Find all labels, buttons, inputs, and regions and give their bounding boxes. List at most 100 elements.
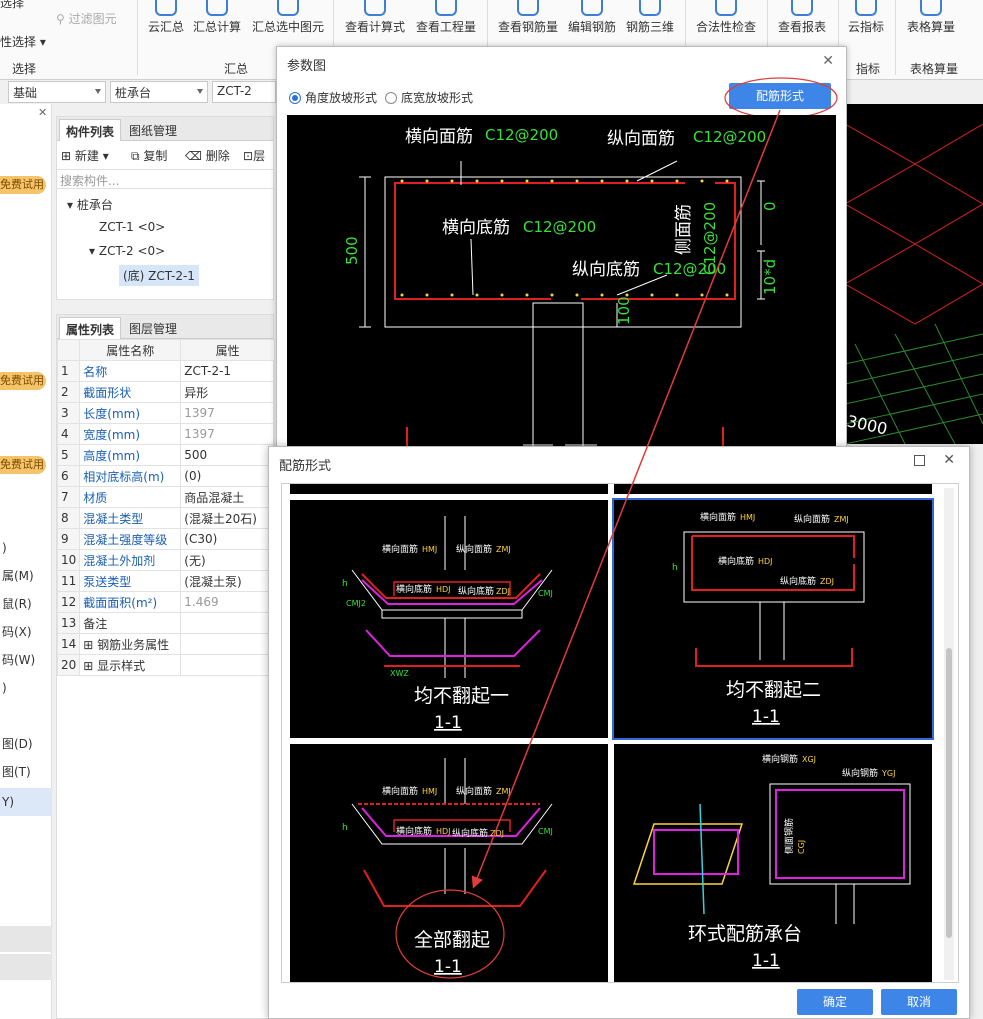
property-value[interactable]: (0) <box>180 465 275 487</box>
property-row[interactable]: 6 相对底标高(m) (0) <box>56 465 275 487</box>
property-value[interactable]: 1397 <box>180 402 275 424</box>
type-combo[interactable]: 桩承台 <box>110 81 208 103</box>
table-calc-button[interactable]: 表格算量 <box>905 0 957 40</box>
scrollbar-thumb[interactable] <box>946 648 952 938</box>
summary-selected-button[interactable]: 汇总选中图元 <box>250 0 326 40</box>
radio-angle-slope[interactable]: 角度放坡形式 <box>289 89 377 106</box>
property-value[interactable]: 500 <box>180 444 275 466</box>
new-button[interactable]: ⊞ 新建 ▾ <box>61 147 109 164</box>
property-value[interactable] <box>180 612 275 634</box>
nav-item-selected[interactable]: Y) <box>0 788 52 816</box>
attr-select-button[interactable]: 性选择 ▾ <box>0 33 46 50</box>
property-row[interactable]: 9 混凝土强度等级 (C30) <box>56 528 275 550</box>
tab-layer-management[interactable]: 图层管理 <box>123 317 183 339</box>
property-row[interactable]: 1 名称 ZCT-2-1 <box>56 360 275 382</box>
nav-item[interactable]: ) <box>0 534 52 562</box>
property-group-name[interactable]: ⊞ 钢筋业务属性 <box>79 633 182 655</box>
drawing-viewport[interactable]: 3000 <box>845 104 983 444</box>
property-row[interactable]: 10 混凝土外加剂 (无) <box>56 549 275 571</box>
tab-drawing-management[interactable]: 图纸管理 <box>123 119 183 141</box>
cloud-summary-button[interactable]: 云汇总 <box>146 0 186 40</box>
tree-node[interactable]: ZCT-1 <0> <box>99 220 165 234</box>
radio-bottom-width-slope[interactable]: 底宽放坡形式 <box>385 89 473 106</box>
option-all-bent[interactable]: 横向面筋 HMJ 纵向面筋 ZMJ 横向底筋 HDJ 纵向底筋 ZDJ CMJ … <box>290 744 608 982</box>
maximize-icon[interactable] <box>914 455 925 466</box>
property-row[interactable]: 13 备注 <box>56 612 275 634</box>
property-value[interactable]: (混凝土20石) <box>180 507 275 529</box>
tab-component-list[interactable]: 构件列表 <box>59 119 122 141</box>
nav-item[interactable]: 图(T) <box>0 758 52 786</box>
property-group-name[interactable]: ⊞ 显示样式 <box>79 654 182 676</box>
delete-button[interactable]: ⌫ 删除 <box>185 147 230 164</box>
property-row[interactable]: 3 长度(mm) 1397 <box>56 402 275 424</box>
row-number: 3 <box>56 402 81 424</box>
property-value[interactable]: 异形 <box>180 381 275 403</box>
view-formula-button[interactable]: 查看计算式 <box>344 0 406 40</box>
trial-badge[interactable]: 免费试用 <box>0 176 46 194</box>
small-label: 纵向面筋 <box>456 543 492 555</box>
rebar-3d-button[interactable]: 钢筋三维 <box>624 0 676 40</box>
nav-item[interactable]: 码(W) <box>0 646 52 674</box>
nav-item[interactable]: 属(M) <box>0 562 52 590</box>
property-value[interactable]: (混凝土泵) <box>180 570 275 592</box>
trial-badge[interactable]: 免费试用 <box>0 372 46 390</box>
property-value[interactable]: 1397 <box>180 423 275 445</box>
category-combo[interactable]: 基础 <box>8 81 106 103</box>
property-row[interactable]: 4 宽度(mm) 1397 <box>56 423 275 445</box>
view-quantity-button[interactable]: 查看工程量 <box>414 0 478 40</box>
property-value <box>180 633 275 655</box>
nav-item[interactable]: ) <box>0 674 52 702</box>
small-code: ZDJ <box>490 829 504 838</box>
ribbon-separator <box>137 0 138 75</box>
property-row[interactable]: 5 高度(mm) 500 <box>56 444 275 466</box>
summary-calc-button[interactable]: 汇总计算 <box>192 0 242 40</box>
trial-badge[interactable]: 免费试用 <box>0 456 46 474</box>
edit-rebar-button[interactable]: 编辑钢筋 <box>566 0 618 40</box>
filter-element-button[interactable]: ⚲ 过滤图元 <box>56 10 117 27</box>
copy-button[interactable]: ⧉ 复制 <box>131 147 167 164</box>
ok-button[interactable]: 确定 <box>797 989 873 1015</box>
name-combo[interactable]: ZCT-2 <box>212 81 276 103</box>
nav-item[interactable]: 鼠(R) <box>0 590 52 618</box>
legality-check-button[interactable]: 合法性检查 <box>694 0 758 40</box>
row-number: 20 <box>56 654 81 676</box>
close-icon[interactable]: ✕ <box>943 452 955 468</box>
label-height: 500 <box>343 236 361 265</box>
scrollbar[interactable] <box>944 488 954 980</box>
close-icon[interactable]: ✕ <box>38 106 47 119</box>
property-row[interactable]: 7 材质 商品混凝土 <box>56 486 275 508</box>
tree-node-selected[interactable]: (底) ZCT-2-1 <box>119 265 199 286</box>
tab-property-list[interactable]: 属性列表 <box>59 317 122 339</box>
layer-button[interactable]: ⊡层 <box>243 147 265 164</box>
cancel-button[interactable]: 取消 <box>881 989 957 1015</box>
property-name: 备注 <box>79 612 182 634</box>
option-flat-one[interactable]: 横向面筋 HMJ 纵向面筋 ZMJ 横向底筋 HDJ 纵向底筋 ZDJ CMJ … <box>290 500 608 738</box>
property-group-row[interactable]: 14 ⊞ 钢筋业务属性 <box>56 633 275 655</box>
property-group-row[interactable]: 20 ⊞ 显示样式 <box>56 654 275 676</box>
property-row[interactable]: 2 截面形状 异形 <box>56 381 275 403</box>
nav-item[interactable]: 码(X) <box>0 618 52 646</box>
property-value[interactable]: ZCT-2-1 <box>180 360 275 382</box>
close-icon[interactable]: ✕ <box>822 53 834 69</box>
cloud-indicator-button[interactable]: 云指标 <box>846 0 886 40</box>
tree-root[interactable]: ▾ 桩承台 <box>67 196 113 213</box>
tree-node[interactable]: ▾ ZCT-2 <0> <box>89 244 165 258</box>
option-flat-two[interactable]: 横向面筋 HMJ 纵向面筋 ZMJ 横向底筋 HDJ 纵向底筋 ZDJ h 均不… <box>612 498 934 740</box>
view-rebar-button[interactable]: 查看钢筋量 <box>497 0 559 40</box>
ribbon-left-item[interactable]: 选择 <box>0 0 24 11</box>
row-number: 7 <box>56 486 81 508</box>
small-label: 纵向底筋 <box>780 575 816 587</box>
small-code: HDJ <box>436 585 451 594</box>
nav-item[interactable]: 图(D) <box>0 730 52 758</box>
property-value[interactable]: 1.469 <box>180 591 275 613</box>
option-ring-cap[interactable]: 横向钢筋 XGJ 纵向钢筋 YGJ 侧面钢筋 CGJ 环式配筋承台 1-1 <box>614 744 932 982</box>
view-report-button[interactable]: 查看报表 <box>776 0 828 40</box>
component-search-input[interactable]: 搜索构件... <box>57 169 273 189</box>
property-value[interactable]: 商品混凝土 <box>180 486 275 508</box>
property-value[interactable]: (C30) <box>180 528 275 550</box>
property-row[interactable]: 8 混凝土类型 (混凝土20石) <box>56 507 275 529</box>
property-row[interactable]: 11 泵送类型 (混凝土泵) <box>56 570 275 592</box>
property-name: 宽度(mm) <box>79 423 182 445</box>
property-row[interactable]: 12 截面面积(m²) 1.469 <box>56 591 275 613</box>
property-value[interactable]: (无) <box>180 549 275 571</box>
